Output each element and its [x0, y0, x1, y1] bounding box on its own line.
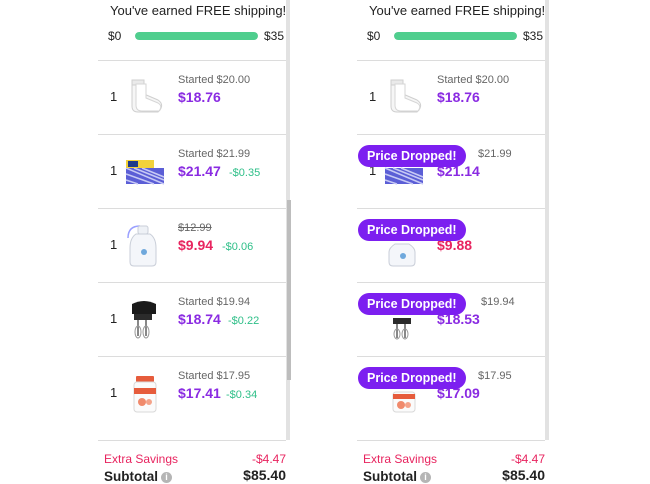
info-icon[interactable]: i [161, 472, 172, 483]
item-original-price: Started $21.99 [178, 148, 251, 160]
item-quantity[interactable]: 1 [110, 385, 117, 400]
free-shipping-message: You've earned FREE shipping! [110, 3, 287, 18]
shipping-progress: $0 $35 [108, 29, 284, 43]
cart-panel-left: You've earned FREE shipping! $0 $35 1 St… [98, 0, 286, 484]
hand-mixer-icon [124, 296, 168, 342]
item-price-change: -$0.22 [228, 315, 260, 327]
item-quantity[interactable]: 1 [110, 237, 117, 252]
item-quantity[interactable]: 1 [110, 311, 117, 326]
right-scrollbar[interactable] [545, 0, 549, 440]
item-price: $18.74 [178, 311, 221, 327]
item-price-change: -$0.34 [226, 389, 258, 401]
shipping-progress-end: $35 [522, 29, 543, 43]
item-original-price: $21.99 [478, 148, 512, 160]
summary-divider [98, 440, 286, 441]
item-price: $21.47 [178, 163, 221, 179]
shipping-progress-end: $35 [263, 29, 284, 43]
item-price-change: -$0.06 [222, 241, 254, 253]
socks-icon [383, 74, 427, 120]
shipping-progress-start: $0 [367, 29, 381, 43]
cart-item[interactable]: 1 $12.99 $9.94 -$0.06 [98, 208, 286, 283]
extra-savings-value: -$4.47 [510, 452, 545, 466]
free-shipping-message: You've earned FREE shipping! [369, 3, 546, 18]
cart-item[interactable]: 1 Started $17.95 $17.41 -$0.34 [98, 356, 286, 431]
price-dropped-badge: Price Dropped! [358, 219, 466, 241]
item-quantity[interactable]: 1 [110, 89, 117, 104]
item-quantity[interactable]: 1 [369, 89, 376, 104]
cart-item[interactable]: Price Dropped! $17.95 $17.09 [357, 356, 545, 431]
extra-savings-value: -$4.47 [251, 452, 286, 466]
item-price: $17.41 [178, 385, 221, 401]
box-pack-icon [124, 148, 168, 194]
extra-savings-label: Extra Savings [363, 452, 438, 466]
item-original-price: Started $19.94 [178, 296, 251, 308]
bottle-icon [124, 222, 168, 268]
cart-item[interactable]: Price Dropped! 1 $21.99 $21.14 [357, 134, 545, 209]
left-scrollbar-thumb[interactable] [287, 200, 291, 380]
item-original-price: Started $17.95 [178, 370, 251, 382]
subtotal-label-text: Subtotal [104, 469, 158, 484]
socks-icon [124, 74, 168, 120]
item-original-price: Started $20.00 [437, 74, 510, 86]
shipping-progress-fill [394, 32, 517, 40]
item-original-price: $17.95 [478, 370, 512, 382]
item-original-price: $12.99 [178, 222, 212, 234]
cart-item[interactable]: 1 Started $20.00 $18.76 [98, 60, 286, 135]
item-price-change: -$0.35 [229, 167, 261, 179]
cart-item[interactable]: 1 Started $19.94 $18.74 -$0.22 [98, 282, 286, 357]
item-price: $18.76 [178, 89, 221, 105]
item-original-price: Started $20.00 [178, 74, 251, 86]
subtotal-label: Subtotal i [104, 469, 172, 484]
cart-item[interactable]: Price Dropped! $9.88 [357, 208, 545, 283]
cart-item[interactable]: 1 Started $20.00 $18.76 [357, 60, 545, 135]
cart-panel-right: You've earned FREE shipping! $0 $35 1 St… [357, 0, 545, 484]
extra-savings-label: Extra Savings [104, 452, 179, 466]
price-dropped-badge: Price Dropped! [358, 367, 466, 389]
shipping-progress-bar [394, 32, 517, 40]
subtotal-value: $85.40 [243, 467, 286, 483]
info-icon[interactable]: i [420, 472, 431, 483]
subtotal-label-text: Subtotal [363, 469, 417, 484]
item-quantity[interactable]: 1 [110, 163, 117, 178]
cart-item[interactable]: Price Dropped! $19.94 $18.53 [357, 282, 545, 357]
item-price: $9.94 [178, 237, 214, 253]
summary-divider [357, 440, 545, 441]
price-dropped-badge: Price Dropped! [358, 293, 466, 315]
subtotal-value: $85.40 [502, 467, 545, 483]
shipping-progress: $0 $35 [367, 29, 543, 43]
shipping-progress-bar [135, 32, 258, 40]
item-price: $18.76 [437, 89, 480, 105]
shipping-progress-fill [135, 32, 258, 40]
shipping-progress-start: $0 [108, 29, 122, 43]
vitamin-bottle-icon [124, 370, 168, 416]
price-dropped-badge: Price Dropped! [358, 145, 466, 167]
subtotal-label: Subtotal i [363, 469, 431, 484]
cart-item[interactable]: 1 Started $21.99 $21.47 -$0.35 [98, 134, 286, 209]
item-original-price: $19.94 [481, 296, 515, 308]
